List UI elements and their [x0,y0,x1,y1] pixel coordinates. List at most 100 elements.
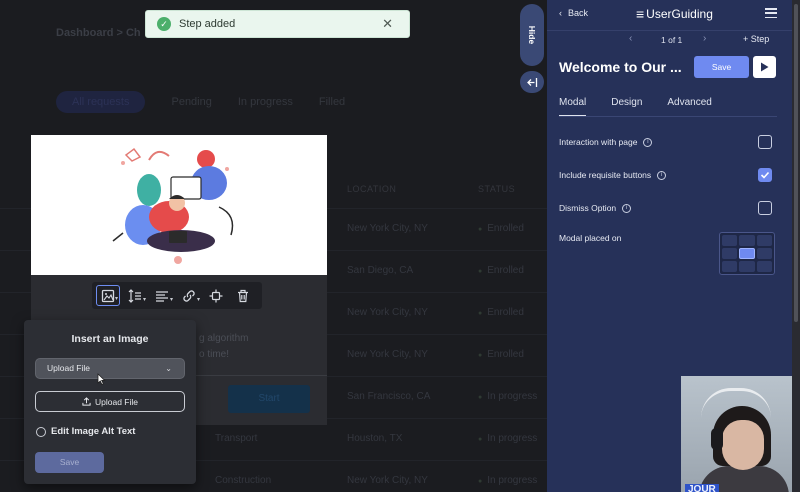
placement-middle-right[interactable] [756,248,772,259]
placement-label: Modal placed on [559,233,622,243]
info-icon[interactable]: i [657,170,667,180]
webcam-overlay: JOUR [681,376,792,492]
scrollbar-thumb[interactable] [794,4,798,322]
filter-tabs: All requests Pending In progress Filled [56,91,345,113]
position-icon [209,289,223,302]
tab-advanced[interactable]: Advanced [667,97,711,117]
option-dismiss-option: Dismiss Option i [559,203,632,213]
tabs-underline [559,116,777,117]
upload-file-label: Upload File [95,396,138,407]
tab-pending[interactable]: Pending [171,91,211,113]
tab-design[interactable]: Design [611,97,642,117]
column-header-status: STATUS [478,184,516,194]
row-location: New York City, NY [347,307,428,318]
chevron-down-icon: ⌄ [165,364,172,373]
row-status: Enrolled [478,223,524,234]
image-source-select[interactable]: Upload File ⌄ [35,358,185,379]
userguiding-logo-icon: ≡ [636,6,645,22]
image-size-button[interactable]: ▾ [123,285,147,306]
back-button[interactable]: ‹ Back [559,8,588,18]
caret-icon: ▾ [142,297,146,303]
hide-panel-tab[interactable]: Hide [520,4,544,66]
option-label: Interaction with page [559,137,638,147]
placement-top-right[interactable] [756,235,772,246]
page-scrollbar[interactable] [792,0,800,492]
header-divider [547,30,792,31]
breadcrumb: Dashboard > Ch [56,27,141,39]
success-toast: ✓ Step added ✕ [145,10,410,38]
image-source-value: Upload File [47,363,90,373]
hamburger-menu-icon[interactable] [765,8,777,19]
tab-all-requests[interactable]: All requests [56,91,146,113]
chevron-left-icon: ‹ [559,8,562,18]
placement-top-center[interactable] [739,235,755,246]
upload-file-button[interactable]: Upload File [35,391,185,412]
step-title[interactable]: Welcome to Our ... [559,59,682,75]
image-link-button[interactable]: ▾ [177,285,201,306]
alt-text-label: Edit Image Alt Text [51,426,136,437]
preview-play-button[interactable] [753,56,776,78]
modal-image[interactable] [31,135,327,275]
previous-step-button[interactable]: ‹ [629,33,632,44]
row-location: San Francisco, CA [347,391,431,402]
panel-save-button[interactable]: Save [694,56,749,78]
presenter-face [722,420,764,470]
upload-icon [82,397,91,406]
row-status: Enrolled [478,307,524,318]
popup-title: Insert an Image [71,333,149,345]
row-location: New York City, NY [347,349,428,360]
headset-icon [711,428,723,450]
placement-top-left[interactable] [722,235,738,246]
row-status: In progress [478,475,537,486]
add-step-button[interactable]: + Step [743,34,769,44]
info-icon[interactable]: i [622,203,632,213]
placement-bottom-center[interactable] [739,261,755,272]
image-delete-button[interactable] [231,285,255,306]
step-page-indicator: 1 of 1 [661,35,683,45]
option-label: Dismiss Option [559,203,617,213]
popup-save-button[interactable]: Save [35,452,104,473]
align-icon [156,290,168,302]
collapse-panel-button[interactable] [520,71,544,93]
column-header-location: LOCATION [347,184,397,194]
tab-in-progress[interactable]: In progress [238,91,293,113]
placement-center[interactable] [739,248,755,259]
next-step-button[interactable]: › [703,33,706,44]
image-toolbar: ▾ ▾ ▾ ▾ [92,282,262,309]
row-status: Enrolled [478,349,524,360]
row-status: In progress [478,433,537,444]
edit-alt-text-option[interactable]: Edit Image Alt Text [36,426,135,437]
placement-bottom-left[interactable] [722,261,738,272]
include-requisite-buttons-checkbox[interactable] [758,168,772,182]
image-position-button[interactable] [204,285,228,306]
info-icon[interactable]: i [643,137,653,147]
panel-tabs: Modal Design Advanced [559,97,712,117]
brand-logo: ≡ UserGuiding [636,6,713,22]
option-label: Include requisite buttons [559,170,652,180]
image-replace-button[interactable]: ▾ [96,285,120,306]
link-icon [183,289,195,302]
close-icon[interactable]: ✕ [382,16,393,32]
caret-icon: ▾ [169,297,173,303]
row-location: San Diego, CA [347,265,414,276]
tab-filled[interactable]: Filled [319,91,345,113]
alt-text-checkbox[interactable] [36,426,46,437]
option-include-requisite-buttons: Include requisite buttons i [559,170,667,180]
placement-middle-left[interactable] [722,248,738,259]
row-name: Construction [215,475,272,486]
tab-modal[interactable]: Modal [559,97,587,117]
resize-icon [128,288,141,303]
row-name: Transport [215,433,258,444]
interaction-with-page-checkbox[interactable] [758,135,772,149]
row-status: Enrolled [478,265,524,276]
row-location: New York City, NY [347,223,428,234]
image-align-button[interactable]: ▾ [150,285,174,306]
modal-placement-label: Modal placed on [559,233,621,243]
brand-name: UserGuiding [646,7,713,21]
mouse-cursor-icon [97,373,106,385]
modal-placement-grid [719,232,775,275]
insert-image-popup: Insert an Image Upload File ⌄ Upload Fil… [24,320,196,484]
dismiss-option-checkbox[interactable] [758,201,772,215]
modal-cta-button[interactable]: Start [228,385,310,413]
placement-bottom-right[interactable] [756,261,772,272]
